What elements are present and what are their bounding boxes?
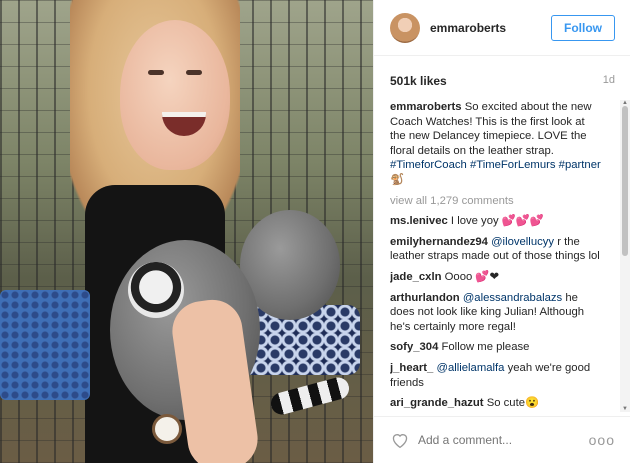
comment-username[interactable]: j_heart_: [390, 362, 433, 374]
comment-username[interactable]: sofy_304: [390, 341, 438, 353]
comment-text: So cute😮: [486, 397, 540, 410]
username-link[interactable]: emmaroberts: [430, 21, 506, 35]
comment-mention[interactable]: @allielamalfa: [436, 362, 504, 374]
comment-footer: ooo: [374, 416, 630, 463]
comments-list[interactable]: emmaroberts So excited about the new Coa…: [390, 100, 603, 412]
instagram-post: emmaroberts Follow 501k likes 1d emmarob…: [0, 0, 630, 463]
photo-watch: [152, 414, 182, 444]
post-age[interactable]: 1d: [603, 74, 615, 88]
comment-username[interactable]: ms.lenivec: [390, 215, 448, 227]
comment-username[interactable]: arthurlandon: [390, 292, 460, 304]
comment-item: arthurlandon @alessandrabalazs he does n…: [390, 291, 603, 335]
follow-button[interactable]: Follow: [551, 14, 615, 41]
comment-mention[interactable]: @ilovellucyy: [491, 236, 554, 248]
post-photo[interactable]: [0, 0, 373, 463]
caption-hashtags[interactable]: #TimeforCoach #TimeForLemurs #partner: [390, 159, 601, 171]
comment-item: sofy_304 Follow me please: [390, 340, 603, 355]
add-comment-input[interactable]: [418, 433, 578, 447]
heart-icon[interactable]: [390, 431, 410, 449]
caption-username[interactable]: emmaroberts: [390, 101, 462, 113]
scrollbar-thumb[interactable]: [622, 106, 628, 256]
likes-count[interactable]: 501k likes: [390, 74, 447, 88]
comment-item: ari_grande_hazut So cute😮: [390, 396, 603, 411]
comment-mention[interactable]: @alessandrabalazs: [463, 292, 562, 304]
photo-eye-right: [186, 70, 202, 75]
comment-item: jade_cxln Oooo 💕❤: [390, 270, 603, 285]
comments-scrollbar[interactable]: ▲ ▼: [620, 100, 630, 412]
comment-text: Follow me please: [441, 341, 530, 354]
comment-item: j_heart_ @allielamalfa yeah we're good f…: [390, 361, 603, 390]
more-options-icon[interactable]: ooo: [589, 432, 615, 448]
comment-username[interactable]: ari_grande_hazut: [390, 397, 484, 409]
view-all-comments-link[interactable]: view all 1,279 comments: [390, 194, 603, 209]
photo-lemur-face: [128, 262, 184, 318]
comment-item: ms.lenivec I love yoy 💕💕💕: [390, 214, 603, 229]
caption-emoji: 🐒: [390, 173, 405, 186]
comment-text: Oooo 💕❤: [444, 270, 499, 283]
comment-username[interactable]: emilyhernandez94: [390, 236, 488, 248]
photo-cushion: [0, 290, 90, 400]
avatar[interactable]: [390, 12, 420, 43]
scroll-down-arrow-icon[interactable]: ▼: [621, 406, 629, 412]
photo-face: [120, 20, 230, 170]
comment-username[interactable]: jade_cxln: [390, 271, 442, 283]
post-meta: 501k likes 1d: [390, 74, 615, 88]
comment-item: emilyhernandez94 @ilovellucyy r the leat…: [390, 235, 603, 264]
photo-eye-left: [148, 70, 164, 75]
caption: emmaroberts So excited about the new Coa…: [390, 100, 603, 188]
post-side-panel: emmaroberts Follow 501k likes 1d emmarob…: [373, 0, 630, 463]
post-header: emmaroberts Follow: [374, 0, 630, 56]
comment-text: I love yoy 💕💕💕: [450, 215, 544, 228]
